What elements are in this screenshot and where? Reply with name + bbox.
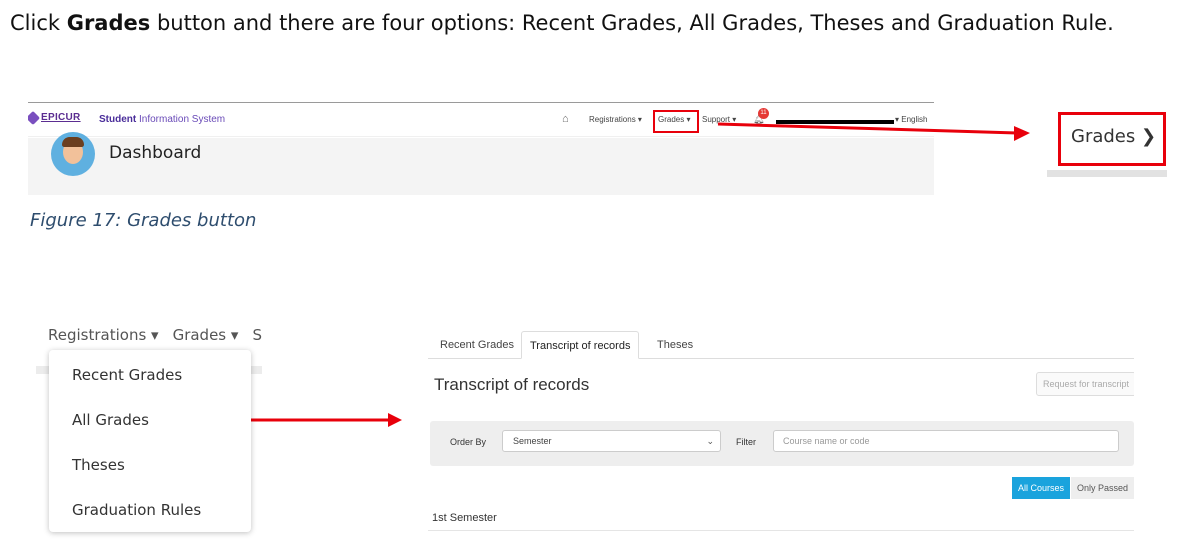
logo-mark-icon — [28, 110, 41, 125]
app-name: Student Information System — [99, 114, 225, 125]
all-courses-button[interactable]: All Courses — [1012, 477, 1070, 499]
dd-nav-grades[interactable]: Grades ▾ — [173, 326, 239, 344]
course-filter-input[interactable]: Course name or code — [773, 430, 1119, 452]
semester-heading: 1st Semester — [432, 512, 497, 524]
figure-caption: Figure 17: Grades button — [30, 210, 257, 231]
home-icon[interactable]: ⌂ — [562, 113, 569, 125]
app-name-rest: Information System — [136, 114, 226, 125]
semester-divider — [428, 530, 1134, 531]
dd-nav-partial[interactable]: S — [252, 326, 262, 344]
intro-text-1: Click — [10, 11, 67, 35]
grades-dropdown-menu: Recent Grades All Grades Theses Graduati… — [49, 350, 251, 532]
order-by-select[interactable]: Semester ⌄ — [502, 430, 721, 452]
grades-highlight-box — [653, 110, 699, 133]
nav-registrations[interactable]: Registrations ▾ — [589, 115, 642, 124]
page-title: Transcript of records — [434, 375, 590, 394]
filter-panel: Order By Semester ⌄ Filter Course name o… — [430, 421, 1134, 466]
epicur-logo[interactable]: EPICUR — [28, 110, 81, 125]
filter-label: Filter — [736, 437, 756, 447]
only-passed-button[interactable]: Only Passed — [1071, 477, 1134, 499]
logo-text: EPICUR — [41, 112, 81, 123]
nav-support[interactable]: Support ▾ — [702, 115, 736, 124]
order-by-value: Semester — [513, 436, 552, 446]
transcript-screenshot: Recent Grades Transcript of records Thes… — [428, 325, 1134, 535]
menu-item-theses[interactable]: Theses — [72, 456, 125, 474]
dd-nav-registrations[interactable]: Registrations ▾ — [48, 326, 159, 344]
language-selector[interactable]: ▾ English — [895, 115, 927, 124]
avatar[interactable] — [51, 132, 95, 176]
request-transcript-button[interactable]: Request for transcript — [1036, 372, 1134, 396]
top-navbar: EPICUR Student Information System ⌂ Regi… — [28, 103, 934, 137]
app-name-bold: Student — [99, 114, 137, 125]
zoomed-grades-callout: Grades ❯ — [1058, 112, 1166, 166]
intro-paragraph: Click Grades button and there are four o… — [10, 8, 1160, 39]
grades-tabs: Recent Grades Transcript of records Thes… — [428, 331, 1134, 359]
tab-recent-grades[interactable]: Recent Grades — [432, 331, 522, 359]
redacted-user-email — [776, 120, 894, 124]
zoomed-grades-label: Grades ❯ — [1071, 126, 1157, 147]
notification-badge: 11 — [758, 108, 769, 119]
navbar-screenshot: EPICUR Student Information System ⌂ Regi… — [28, 102, 934, 195]
menu-item-recent-grades[interactable]: Recent Grades — [72, 366, 182, 384]
intro-grades-bold: Grades — [66, 11, 151, 35]
tab-transcript-of-records[interactable]: Transcript of records — [521, 331, 640, 359]
zoom-shadow — [1047, 170, 1167, 177]
tab-theses[interactable]: Theses — [649, 331, 701, 359]
dropdown-navbar: Registrations ▾ Grades ▾ S — [48, 326, 276, 344]
order-by-label: Order By — [450, 437, 487, 447]
menu-item-graduation-rules[interactable]: Graduation Rules — [72, 501, 201, 519]
avatar-hair — [62, 137, 84, 147]
chevron-down-icon: ⌄ — [706, 436, 714, 446]
dashboard-title: Dashboard — [109, 143, 202, 163]
intro-text-2: button and there are four options: Recen… — [150, 11, 1114, 35]
menu-item-all-grades[interactable]: All Grades — [72, 411, 149, 429]
